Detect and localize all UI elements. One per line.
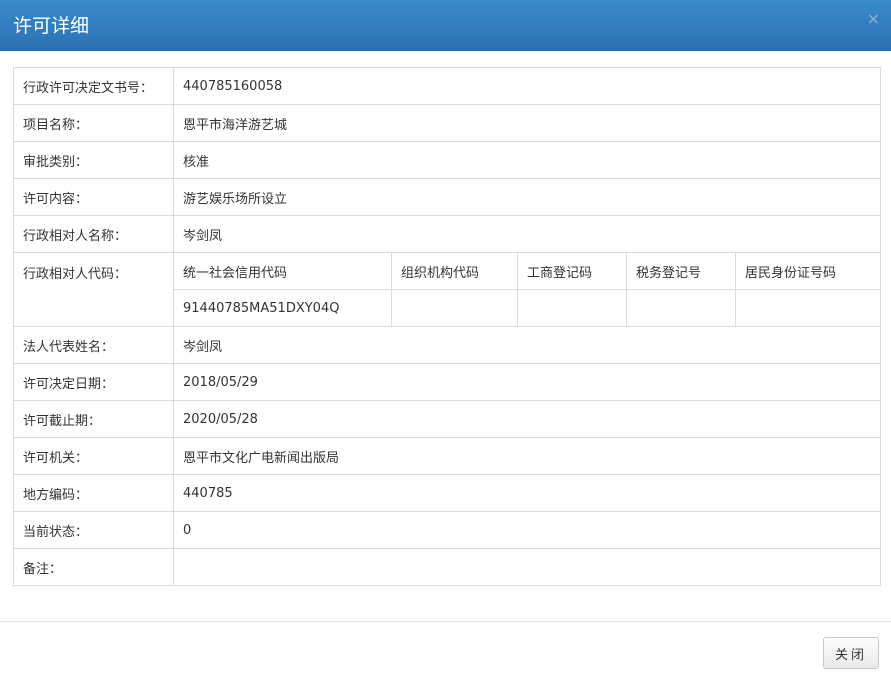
- doc-no-label: 行政许可决定文书号：: [13, 67, 174, 105]
- expiry-date-value: 2020/05/28: [172, 400, 882, 438]
- permit-detail-dialog: 许可详细 × 行政许可决定文书号： 440785160058 项目名称： 恩平市…: [0, 0, 891, 683]
- area-code-label: 地方编码：: [13, 474, 174, 512]
- decision-date-label: 许可决定日期：: [13, 363, 174, 401]
- business-reg-value: [517, 289, 627, 327]
- table-row: 许可机关： 恩平市文化广电新闻出版局: [13, 437, 882, 475]
- close-icon[interactable]: ×: [867, 9, 880, 28]
- expiry-date-label: 许可截止期：: [13, 400, 174, 438]
- authority-label: 许可机关：: [13, 437, 174, 475]
- approval-type-value: 核准: [172, 141, 882, 179]
- remark-label: 备注：: [13, 548, 174, 586]
- business-reg-header: 工商登记码: [517, 252, 627, 290]
- approval-type-label: 审批类别：: [13, 141, 174, 179]
- status-label: 当前状态：: [13, 511, 174, 549]
- table-row: 许可决定日期： 2018/05/29: [13, 363, 882, 401]
- content-value: 游艺娱乐场所设立: [172, 178, 882, 216]
- legal-rep-value: 岑剑凤: [172, 326, 882, 364]
- detail-table-container: 行政许可决定文书号： 440785160058 项目名称： 恩平市海洋游艺城 审…: [13, 67, 882, 586]
- credit-code-value: 91440785MA51DXY04Q: [173, 289, 392, 327]
- table-row: 地方编码： 440785: [13, 474, 882, 512]
- tax-reg-value: [626, 289, 736, 327]
- table-row: 当前状态： 0: [13, 511, 882, 549]
- credit-code-header: 统一社会信用代码: [173, 252, 392, 290]
- content-label: 许可内容：: [13, 178, 174, 216]
- table-row: 审批类别： 核准: [13, 141, 882, 179]
- table-row: 备注：: [13, 548, 882, 586]
- footer-divider: [0, 621, 891, 622]
- table-row: 行政相对人代码： 统一社会信用代码 组织机构代码 工商登记码 税务登记号 居民身…: [13, 252, 882, 327]
- table-row: 行政许可决定文书号： 440785160058: [13, 67, 882, 105]
- doc-no-value: 440785160058: [172, 67, 882, 105]
- id-card-value: [734, 289, 882, 327]
- party-code-label: 行政相对人代码：: [13, 252, 174, 327]
- status-value: 0: [172, 511, 882, 549]
- legal-rep-label: 法人代表姓名：: [13, 326, 174, 364]
- project-label: 项目名称：: [13, 104, 174, 142]
- area-code-value: 440785: [172, 474, 882, 512]
- table-row: 行政相对人名称： 岑剑凤: [13, 215, 882, 253]
- table-row: 法人代表姓名： 岑剑凤: [13, 326, 882, 364]
- remark-value: [172, 548, 882, 586]
- close-button[interactable]: 关闭: [823, 637, 879, 669]
- authority-value: 恩平市文化广电新闻出版局: [172, 437, 882, 475]
- detail-table: 行政许可决定文书号： 440785160058 项目名称： 恩平市海洋游艺城 审…: [13, 67, 882, 586]
- decision-date-value: 2018/05/29: [172, 363, 882, 401]
- id-card-header: 居民身份证号码: [734, 252, 882, 290]
- table-row: 项目名称： 恩平市海洋游艺城: [13, 104, 882, 142]
- table-row: 许可截止期： 2020/05/28: [13, 400, 882, 438]
- dialog-title: 许可详细: [13, 15, 90, 37]
- dialog-header: 许可详细 ×: [0, 0, 891, 51]
- org-code-header: 组织机构代码: [391, 252, 518, 290]
- party-name-value: 岑剑凤: [172, 215, 882, 253]
- party-name-label: 行政相对人名称：: [13, 215, 174, 253]
- table-row: 许可内容： 游艺娱乐场所设立: [13, 178, 882, 216]
- tax-reg-header: 税务登记号: [626, 252, 736, 290]
- project-value: 恩平市海洋游艺城: [172, 104, 882, 142]
- org-code-value: [391, 289, 518, 327]
